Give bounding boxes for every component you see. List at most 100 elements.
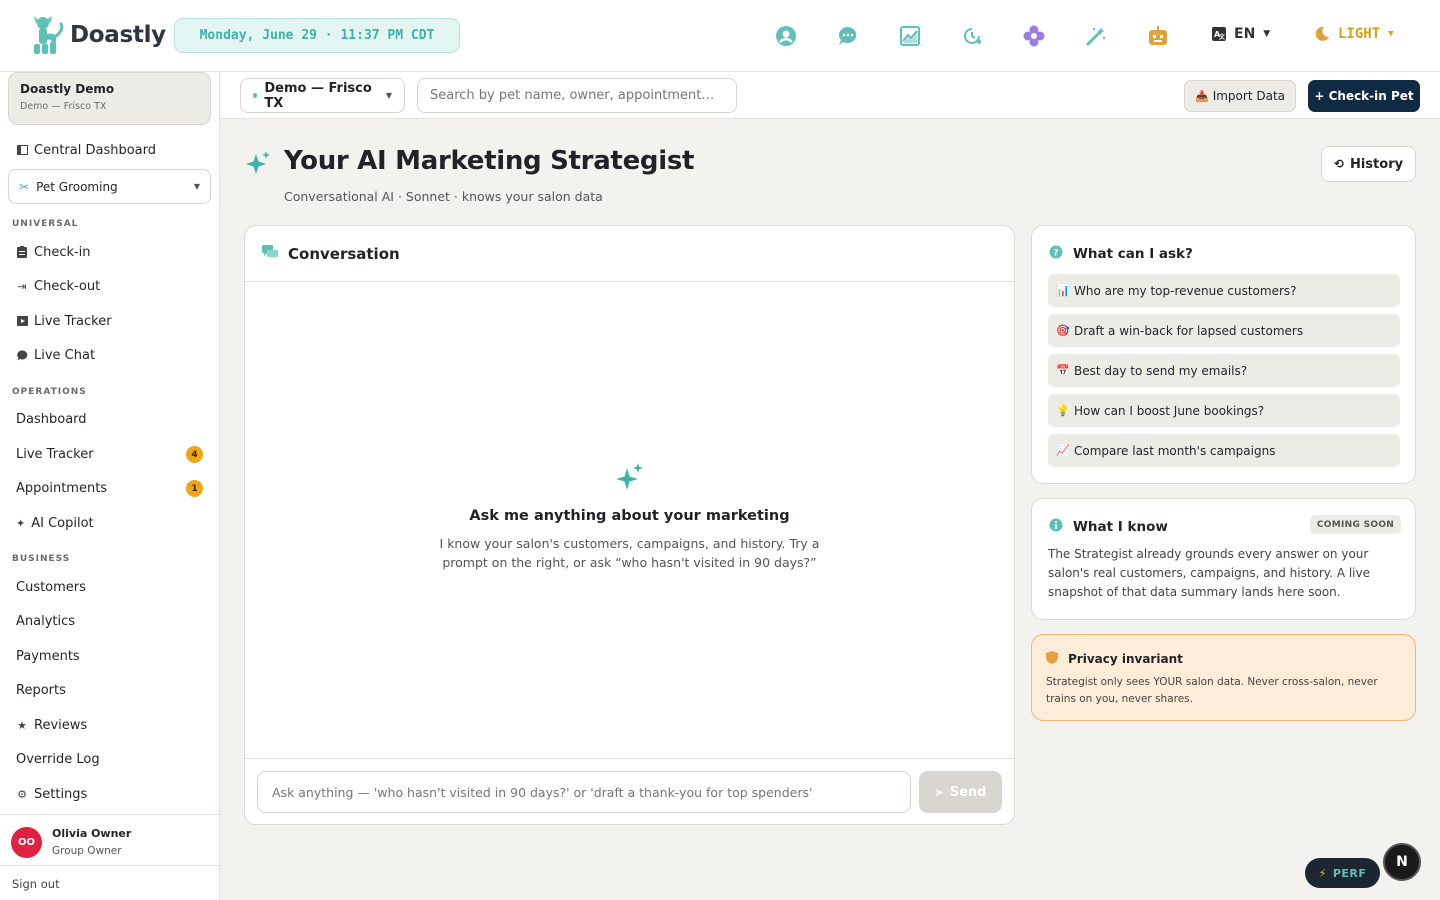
sidebar-item-ops-live-tracker[interactable]: Live Tracker	[16, 444, 94, 464]
sidebar-item-override-log[interactable]: Override Log	[16, 749, 100, 769]
bar-chart-icon: 📊	[1056, 284, 1070, 297]
clock-history-icon[interactable]	[960, 24, 984, 48]
send-label: Send	[949, 784, 987, 800]
suggested-prompt[interactable]: 📅 Best day to send my emails?	[1048, 354, 1400, 387]
appointments-count-badge: 1	[186, 480, 203, 497]
send-button[interactable]: ➤ Send	[919, 771, 1002, 813]
translate-icon: A文	[1212, 27, 1226, 41]
chart-icon[interactable]	[898, 24, 922, 48]
org-location: Demo — Frisco TX	[20, 101, 107, 112]
card-text: The Strategist already grounds every ans…	[1048, 547, 1371, 599]
target-icon: 🎯	[1056, 324, 1070, 337]
live-tracker-count-badge: 4	[186, 446, 203, 463]
check-in-pet-button[interactable]: + Check-in Pet	[1308, 80, 1420, 112]
sidebar-item-check-out[interactable]: ⇥ Check-out	[16, 276, 100, 296]
perf-button[interactable]: ⚡ PERF	[1305, 858, 1380, 888]
clipboard-icon	[16, 246, 28, 258]
clock-display: Monday, June 29 · 11:37 PM CDT	[174, 18, 460, 53]
lightbulb-icon: 💡	[1056, 404, 1070, 417]
inbox-icon: 📥	[1195, 89, 1209, 103]
send-icon: ➤	[934, 785, 944, 799]
sidebar-item-appointments[interactable]: Appointments	[16, 478, 107, 498]
svg-text:?: ?	[1053, 249, 1058, 259]
flower-icon[interactable]	[1022, 24, 1046, 48]
card-title: What I know	[1073, 519, 1168, 535]
history-button[interactable]: ⟲ History	[1321, 146, 1416, 182]
exit-icon: ⇥	[17, 279, 27, 293]
sidebar-item-label: Central Dashboard	[34, 142, 156, 158]
top-bar: Doastly Monday, June 29 · 11:37 PM CDT A…	[0, 0, 1440, 72]
sidebar-item-label: Dashboard	[16, 411, 87, 427]
prompt-text: Draft a win-back for lapsed customers	[1074, 323, 1304, 338]
sign-out-link[interactable]: Sign out	[0, 865, 220, 900]
sidebar-item-payments[interactable]: Payments	[16, 646, 80, 666]
composer: ➤ Send	[245, 758, 1014, 826]
sidebar-item-central-dashboard[interactable]: Central Dashboard	[16, 140, 156, 160]
sidebar-item-customers[interactable]: Customers	[16, 577, 86, 597]
search-input[interactable]	[417, 78, 737, 113]
dashboard-icon	[16, 144, 28, 156]
card-title: What can I ask?	[1073, 246, 1193, 262]
robot-icon[interactable]	[1146, 24, 1170, 48]
privacy-card: Privacy invariant Strategist only sees Y…	[1031, 634, 1416, 721]
sidebar-item-ai-copilot[interactable]: ✦ AI Copilot	[16, 513, 94, 533]
prompt-text: Compare last month's campaigns	[1074, 443, 1276, 458]
card-title: Privacy invariant	[1068, 652, 1183, 666]
what-i-know-card: What I know COMING SOON The Strategist a…	[1031, 498, 1416, 620]
page-title: Your AI Marketing Strategist	[284, 146, 695, 176]
page-subtitle: Conversational AI · Sonnet · knows your …	[284, 189, 603, 204]
video-icon	[16, 315, 28, 327]
chat-icon[interactable]	[836, 24, 860, 48]
conversation-header: Conversation	[245, 226, 1014, 282]
section-label-operations: OPERATIONS	[12, 387, 87, 397]
language-label: EN	[1234, 26, 1256, 42]
sidebar-item-reviews[interactable]: ★ Reviews	[16, 715, 87, 735]
suggested-prompt[interactable]: 💡 How can I boost June bookings?	[1048, 394, 1400, 427]
svg-text:文: 文	[1218, 33, 1226, 41]
module-select-value: Pet Grooming	[36, 179, 118, 194]
org-card[interactable]: Doastly Demo Demo — Frisco TX	[8, 72, 211, 125]
theme-toggle[interactable]: LIGHT ▼	[1314, 26, 1394, 42]
module-select[interactable]: ✂ Pet Grooming ▼	[8, 169, 211, 204]
sidebar-item-reports[interactable]: Reports	[16, 680, 66, 700]
app-name: Doastly	[70, 22, 166, 48]
account-icon[interactable]	[774, 24, 798, 48]
logo[interactable]: Doastly	[30, 14, 166, 56]
sidebar-item-check-in[interactable]: Check-in	[16, 242, 91, 262]
user-role: Group Owner	[52, 845, 122, 857]
moon-icon	[1315, 26, 1329, 41]
sidebar: Doastly Demo Demo — Frisco TX Central Da…	[0, 72, 220, 900]
chevron-down-icon: ▼	[1263, 29, 1271, 39]
import-data-button[interactable]: 📥 Import Data	[1184, 80, 1296, 112]
sidebar-item-label: Override Log	[16, 751, 100, 767]
info-icon	[1049, 518, 1063, 536]
sidebar-item-label: Appointments	[16, 480, 108, 496]
sidebar-item-analytics[interactable]: Analytics	[16, 611, 75, 631]
magic-wand-icon[interactable]	[1084, 24, 1108, 48]
suggested-prompt[interactable]: 📈 Compare last month's campaigns	[1048, 434, 1400, 467]
gear-icon: ⚙	[17, 787, 27, 801]
language-select[interactable]: A文 EN ▼	[1212, 26, 1270, 42]
sidebar-item-live-chat[interactable]: Live Chat	[16, 345, 95, 365]
suggested-prompt[interactable]: 🎯 Draft a win-back for lapsed customers	[1048, 314, 1400, 347]
chevron-down-icon: ▼	[385, 91, 392, 100]
sidebar-item-label: Live Chat	[34, 347, 96, 363]
card-text: Strategist only sees YOUR salon data. Ne…	[1046, 676, 1378, 705]
calendar-icon: 📅	[1056, 364, 1070, 377]
dev-tools-button[interactable]: N	[1383, 843, 1421, 881]
empty-state-text: I know your salon's customers, campaigns…	[439, 536, 820, 570]
card-header: ? What can I ask?	[1049, 245, 1193, 263]
sidebar-item-label: Analytics	[16, 613, 76, 629]
conversation-title: Conversation	[288, 244, 400, 263]
sidebar-item-live-tracker[interactable]: Live Tracker	[16, 311, 112, 331]
dog-logo-icon	[30, 14, 66, 56]
sidebar-item-settings[interactable]: ⚙ Settings	[16, 784, 87, 804]
scissors-icon: ✂	[19, 179, 30, 194]
sidebar-item-label: Check-in	[34, 244, 91, 260]
suggested-prompt[interactable]: 📊 Who are my top-revenue customers?	[1048, 274, 1400, 307]
sidebar-item-dashboard[interactable]: Dashboard	[16, 409, 87, 429]
sparkles-icon	[244, 150, 272, 182]
location-select[interactable]: Demo — Frisco TX ▼	[240, 78, 405, 113]
user-profile[interactable]: OO Olivia Owner Group Owner	[0, 814, 220, 866]
ask-input[interactable]	[257, 771, 911, 813]
